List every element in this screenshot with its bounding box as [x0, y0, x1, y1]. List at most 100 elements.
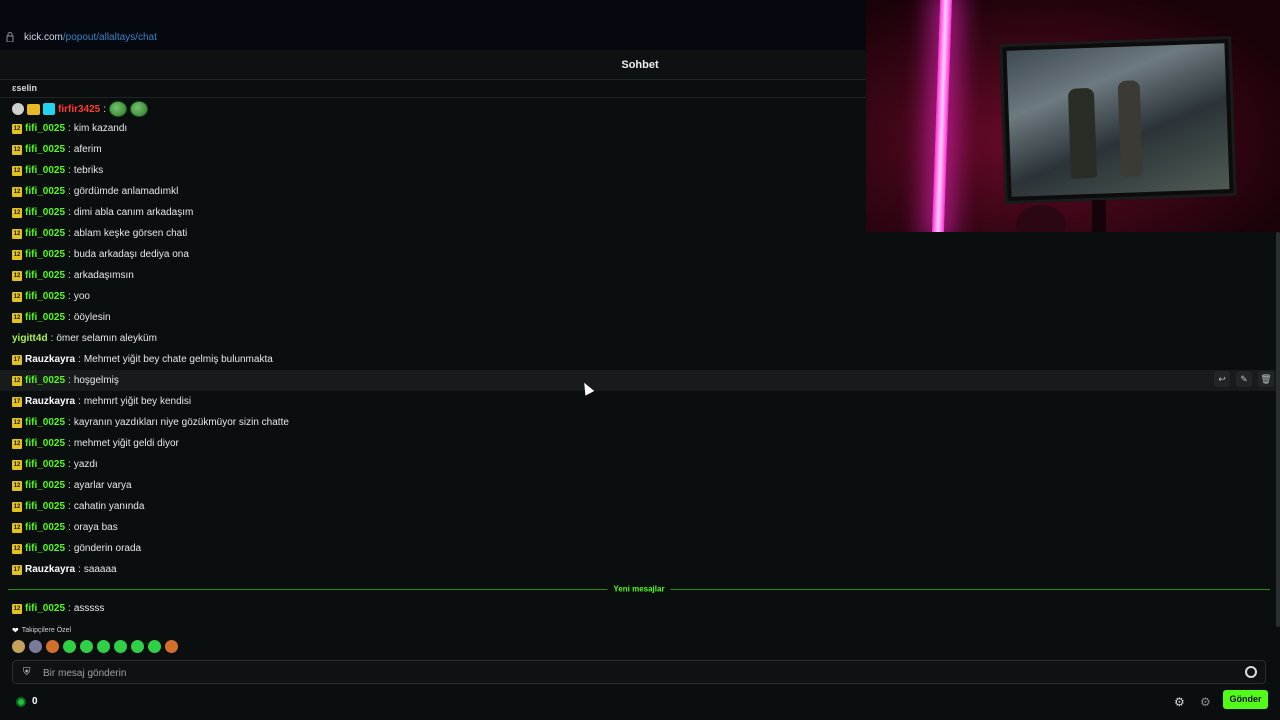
username[interactable]: Rauzkayra	[25, 564, 75, 575]
username[interactable]: fifi_0025	[25, 501, 65, 512]
chat-message[interactable]: 12 fifi_0025: arkadaşımsın	[0, 265, 1280, 286]
subscriber-badge-icon: 12	[12, 459, 22, 470]
emote-icon[interactable]	[46, 640, 59, 653]
username[interactable]: fifi_0025	[25, 375, 65, 386]
sticker-icon[interactable]: ⚙	[1200, 695, 1211, 709]
username[interactable]: fifi_0025	[25, 480, 65, 491]
emote-strip	[12, 640, 178, 653]
chat-message[interactable]: 12 fifi_0025: dimi abla canım arkadaşım	[0, 202, 1280, 223]
chat-message[interactable]: 12 fifi_0025: yazdı	[0, 454, 1280, 475]
chat-message[interactable]: 12 fifi_0025: gördümde anlamadımkl	[0, 181, 1280, 202]
message-text: hoşgelmiş	[73, 375, 119, 386]
username[interactable]: fifi_0025	[25, 207, 65, 218]
chat-message-input[interactable]	[43, 665, 1223, 681]
chat-message[interactable]: 17 Rauzkayra: saaaaa	[0, 559, 1280, 580]
username[interactable]: fifi_0025	[25, 123, 65, 134]
colon: :	[78, 354, 81, 365]
emote-icon[interactable]	[148, 640, 161, 653]
reply-icon[interactable]: ↩	[1214, 371, 1230, 387]
emote-icon[interactable]	[97, 640, 110, 653]
username[interactable]: Rauzkayra	[25, 354, 75, 365]
chat-message[interactable]: 12 fifi_0025: ööylesin	[0, 307, 1280, 328]
new-messages-label[interactable]: Yeni mesajlar	[607, 584, 671, 594]
username[interactable]: fifi_0025	[25, 438, 65, 449]
chat-message[interactable]: 12 fifi_0025: buda arkadaşı dediya ona	[0, 244, 1280, 265]
chat-input-box[interactable]: ⛨	[12, 660, 1266, 684]
chat-message[interactable]: 17 Rauzkayra: Mehmet yiğit bey chate gelmi…	[0, 349, 1280, 370]
username[interactable]: firfir3425	[58, 104, 100, 115]
subscriber-badge-icon: 17	[12, 564, 22, 575]
colon: :	[68, 207, 71, 218]
chat-message[interactable]: 12 fifi_0025: cahatin yanında	[0, 496, 1280, 517]
message-text: oraya bas	[73, 522, 118, 533]
chat-message[interactable]: 17 Rauzkayra: mehmrt yiğit bey kendisi	[0, 391, 1280, 412]
username[interactable]: fifi_0025	[25, 270, 65, 281]
message-text: ömer selamın aleyküm	[56, 333, 157, 344]
chat-message[interactable]: 12 fifi_0025: gönderin orada	[0, 538, 1280, 559]
moderator-badge-icon	[12, 103, 24, 115]
emote-icon[interactable]	[12, 640, 25, 653]
emote-icon[interactable]	[165, 640, 178, 653]
chat-message[interactable]: 12 fifi_0025: asssss	[0, 598, 1280, 619]
username[interactable]: fifi_0025	[25, 165, 65, 176]
emote-icon[interactable]	[63, 640, 76, 653]
pepe-emote-icon	[130, 101, 149, 117]
lock-icon	[6, 32, 14, 42]
emote-icon[interactable]	[114, 640, 127, 653]
chat-message[interactable]: 12 fifi_0025: ayarlar varya	[0, 475, 1280, 496]
send-button[interactable]: Gönder	[1223, 690, 1268, 709]
pin-icon[interactable]: ✎	[1236, 371, 1252, 387]
chat-message[interactable]: 12 fifi_0025: mehmet yiğit geldi diyor	[0, 433, 1280, 454]
chat-message[interactable]: 12 fifi_0025: hoşgelmiş ↩ ✎ 🗑	[0, 370, 1280, 391]
username[interactable]: fifi_0025	[25, 291, 65, 302]
subscriber-badge-icon: 12	[12, 207, 22, 218]
chat-message[interactable]: firfir3425:	[0, 96, 1280, 117]
username[interactable]: Rauzkayra	[25, 396, 75, 407]
shield-icon[interactable]: ⛨	[23, 667, 31, 678]
chat-message[interactable]: 12 fifi_0025: kayranın yazdıkları niye göz…	[0, 412, 1280, 433]
emote-icon[interactable]	[131, 640, 144, 653]
username[interactable]: fifi_0025	[25, 459, 65, 470]
pepe-emote-icon	[109, 101, 128, 117]
delete-icon[interactable]: 🗑	[1258, 371, 1274, 387]
subscriber-badge-icon: 12	[12, 417, 22, 428]
new-messages-divider[interactable]: Yeni mesajlar	[8, 584, 1270, 594]
username[interactable]: fifi_0025	[25, 249, 65, 260]
username[interactable]: fifi_0025	[25, 186, 65, 197]
url-host: kick.com	[24, 32, 63, 43]
url-text[interactable]: kick.com/popout/allaltays/chat	[24, 32, 157, 43]
username[interactable]: yigitt4d	[12, 333, 48, 344]
points-value: 0	[32, 696, 38, 707]
message-text: Mehmet yiğit bey chate gelmiş bulunmakta	[83, 354, 273, 365]
chat-message[interactable]: 12 fifi_0025: ablam keşke görsen chati	[0, 223, 1280, 244]
emoji-picker-icon[interactable]	[1245, 666, 1257, 678]
username[interactable]: fifi_0025	[25, 417, 65, 428]
username[interactable]: fifi_0025	[25, 543, 65, 554]
chat-message[interactable]: 12 fifi_0025: aferim	[0, 139, 1280, 160]
chat-message[interactable]: 12 fifi_0025: kim kazandı	[0, 118, 1280, 139]
heart-icon: ❤	[12, 626, 19, 635]
username[interactable]: fifi_0025	[25, 312, 65, 323]
colon: :	[68, 543, 71, 554]
colon: :	[68, 522, 71, 533]
chat-message[interactable]: 12 fifi_0025: oraya bas	[0, 517, 1280, 538]
chat-message[interactable]: 12 fifi_0025: tebriks	[0, 160, 1280, 181]
message-text: yoo	[73, 291, 90, 302]
emote-icon[interactable]	[80, 640, 93, 653]
username[interactable]: fifi_0025	[25, 522, 65, 533]
emote-icon[interactable]	[29, 640, 42, 653]
username[interactable]: fifi_0025	[25, 228, 65, 239]
gear-icon[interactable]: ⚙	[1174, 695, 1185, 709]
message-text: asssss	[73, 603, 105, 614]
username[interactable]: fifi_0025	[25, 603, 65, 614]
channel-points[interactable]: 0	[16, 696, 38, 707]
subscriber-badge-icon: 17	[12, 354, 22, 365]
chat-message[interactable]: yigitt4d: ömer selamın aleyküm	[0, 328, 1280, 349]
subscriber-badge-icon: 12	[12, 144, 22, 155]
username[interactable]: fifi_0025	[25, 144, 65, 155]
chat-message[interactable]: 12 fifi_0025: yoo	[0, 286, 1280, 307]
message-text: gönderin orada	[73, 543, 142, 554]
chat-scrollbar[interactable]	[1276, 232, 1280, 627]
message-text: dimi abla canım arkadaşım	[73, 207, 194, 218]
colon: :	[68, 501, 71, 512]
